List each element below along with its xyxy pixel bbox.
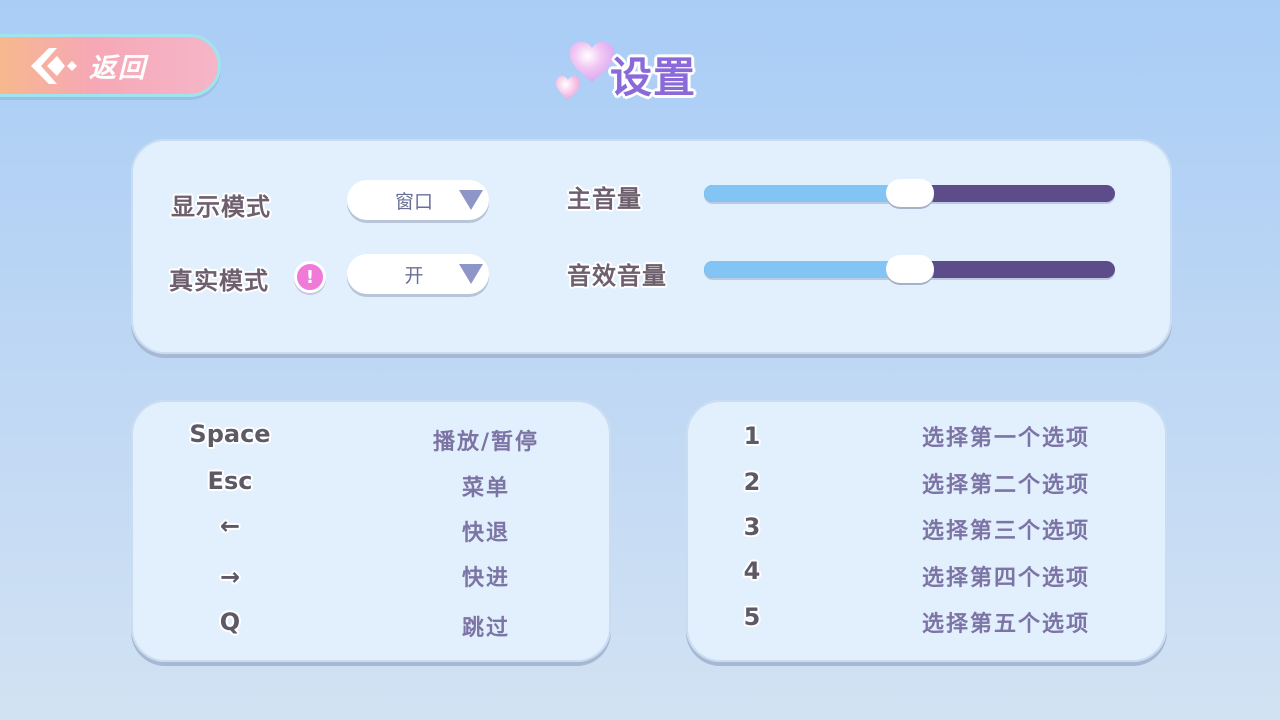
action-play-pause: 播放/暂停 [432,430,540,455]
key-q: Q [219,608,241,636]
action-choice-4: 选择第四个选项 [921,566,1090,591]
action-choice-5: 选择第五个选项 [921,612,1090,637]
key-space: Space [189,420,271,448]
chevron-down-icon [459,264,483,284]
sfx-volume-slider[interactable] [704,255,1115,283]
info-icon-glyph: ! [305,266,315,288]
action-rewind: 快退 [461,521,510,546]
action-fast-forward: 快进 [461,566,510,591]
key-right-arrow: → [219,563,241,591]
sfx-volume-fill [704,261,910,278]
back-button[interactable]: 返回 [0,34,221,97]
real-mode-label: 真实模式 [169,267,269,295]
keybind-panel-playback: Space 播放/暂停 Esc 菜单 ← 快退 → 快进 Q 跳过 [131,400,611,662]
sfx-volume-label: 音效音量 [567,262,667,290]
action-menu: 菜单 [461,476,510,501]
keybind-panel-choices: 1 选择第一个选项 2 选择第二个选项 3 选择第三个选项 4 选择第四个选项 … [686,400,1167,662]
key-2: 2 [743,468,761,496]
master-volume-fill [704,185,910,202]
key-5: 5 [743,603,761,631]
action-choice-1: 选择第一个选项 [921,426,1090,451]
display-mode-dropdown[interactable]: 窗口 [347,180,489,220]
real-mode-dropdown[interactable]: 开 [347,254,489,294]
master-volume-slider[interactable] [704,179,1115,207]
action-choice-2: 选择第二个选项 [921,473,1090,498]
key-4: 4 [743,557,761,585]
action-skip: 跳过 [461,616,510,641]
settings-panel: 显示模式 窗口 真实模式 ! 开 主音量 音效音量 [131,139,1172,354]
key-esc: Esc [207,467,253,495]
chevron-down-icon [459,190,483,210]
sfx-volume-thumb[interactable] [885,255,934,283]
master-volume-thumb[interactable] [885,179,934,207]
page-title: 设置 [552,38,712,104]
page-title-text: 设置 [610,53,697,102]
back-button-label: 返回 [89,53,147,84]
key-left-arrow: ← [219,512,241,540]
key-3: 3 [743,513,761,541]
key-1: 1 [743,422,761,450]
real-mode-value: 开 [404,264,424,287]
info-icon[interactable]: ! [294,261,326,293]
display-mode-value: 窗口 [394,190,433,213]
action-choice-3: 选择第三个选项 [921,519,1090,544]
display-mode-label: 显示模式 [171,193,271,221]
back-arrow-icon [31,46,83,86]
master-volume-label: 主音量 [567,185,642,213]
